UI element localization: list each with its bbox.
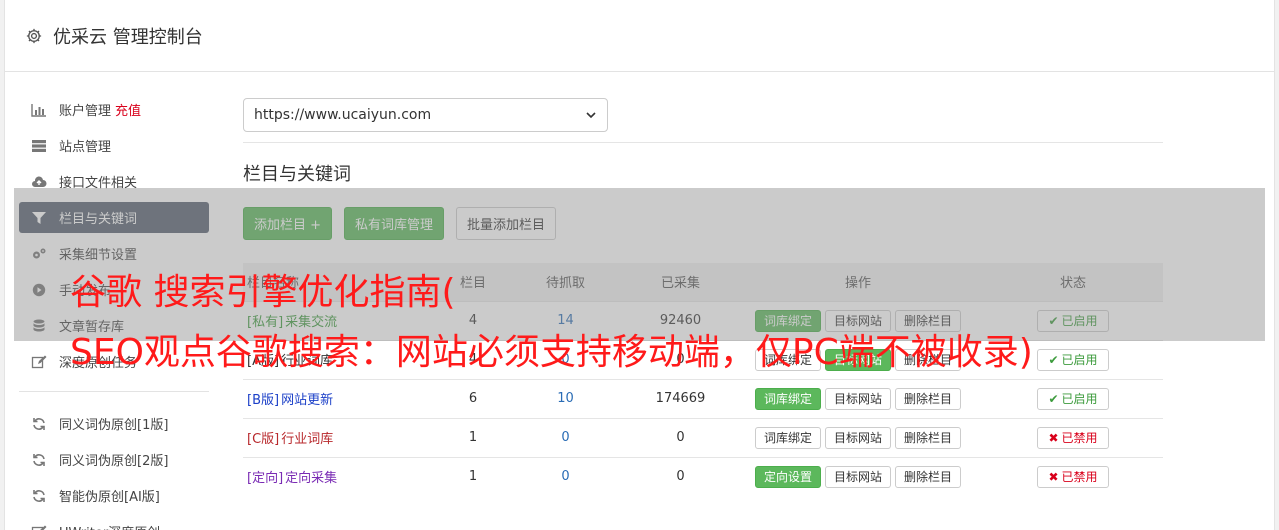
lexicon-bind-button[interactable]: 词库绑定 [754,387,821,410]
sidebar-item[interactable]: UWriter深度原创 [19,516,209,530]
column-tag: [C版] [247,432,280,447]
status-cell: ✔ 已启用 [983,378,1163,418]
gear-icon [26,28,42,43]
cloud-upload-icon [31,175,47,189]
chevron-down-icon [586,112,596,119]
sidebar-item-label: 同义词伪原创[2版] [59,454,169,469]
lexicon-bind-button[interactable]: 词库绑定 [754,426,821,449]
column-count: 1 [443,417,503,457]
table-row: [定向] 定向采集 1 0 0 定向设置 目标网站 删除栏目 ✖ 已禁用 [243,456,1163,496]
check-icon: ✔ [1048,352,1059,367]
server-icon [31,139,47,153]
divider [243,142,1163,143]
collected-count: 0 [628,417,733,457]
close-icon: ✖ [1048,469,1059,484]
column-name: 网站更新 [281,393,334,408]
watermark-line-1: 谷歌 搜索引擎优化指南( [70,272,456,313]
app-title: 优采云 管理控制台 [53,26,203,48]
section-title: 栏目与关键词 [243,164,351,185]
refresh-icon [31,453,47,467]
sidebar-item-label: UWriter深度原创 [59,522,160,530]
check-icon: ✔ [1048,391,1059,406]
column-name: 行业词库 [281,432,334,447]
column-count: 6 [443,378,503,418]
pending-count[interactable]: 0 [503,417,628,457]
column-name-cell[interactable]: [B版] 网站更新 [243,378,443,418]
sidebar-item-label: 同义词伪原创[1版] [59,418,169,433]
pending-count[interactable]: 0 [503,456,628,496]
column-name-cell[interactable]: [C版] 行业词库 [243,417,443,457]
ops-cell: 词库绑定 目标网站 删除栏目 [733,417,983,457]
delete-column-button[interactable]: 删除栏目 [895,465,962,488]
status-toggle[interactable]: ✖ 已禁用 [1037,465,1109,488]
refresh-icon [31,417,47,431]
close-icon: ✖ [1048,430,1059,445]
status-toggle[interactable]: ✔ 已启用 [1037,387,1109,410]
column-name: 定向采集 [285,471,338,487]
status-label: 已启用 [1061,353,1098,367]
sidebar-item[interactable]: 同义词伪原创[2版] [19,444,209,475]
site-select[interactable]: https://www.ucaiyun.com [243,98,608,132]
ad-overlay [14,188,1265,341]
sidebar-item-label: 智能伪原创[AI版] [59,490,160,505]
column-count: 1 [443,456,503,496]
site-select-value: https://www.ucaiyun.com [254,107,432,123]
status-label: 已禁用 [1061,431,1098,445]
edit-icon [31,525,47,530]
status-toggle[interactable]: ✔ 已启用 [1037,348,1109,371]
status-label: 已禁用 [1061,470,1098,485]
column-tag: [定向] [247,471,284,487]
pending-count[interactable]: 10 [503,378,628,418]
sidebar-item[interactable]: 站点管理 [19,130,209,161]
delete-column-button[interactable]: 删除栏目 [895,426,962,449]
recharge-link[interactable]: 充值 [115,100,141,119]
target-site-button[interactable]: 目标网站 [824,426,891,449]
sidebar-divider [19,391,209,392]
column-tag: [B版] [247,393,280,408]
bar-chart-icon [31,103,47,117]
table-row: [C版] 行业词库 1 0 0 词库绑定 目标网站 删除栏目 ✖ 已禁用 [243,417,1163,457]
status-cell: ✖ 已禁用 [983,417,1163,457]
column-name-cell[interactable]: [定向] 定向采集 [243,456,443,496]
edit-icon [31,355,47,369]
status-toggle[interactable]: ✖ 已禁用 [1037,426,1109,449]
table-row: [B版] 网站更新 6 10 174669 词库绑定 目标网站 删除栏目 ✔ 已启用 [243,378,1163,418]
refresh-icon [31,489,47,503]
ops-cell: 词库绑定 目标网站 删除栏目 [733,378,983,418]
status-label: 已启用 [1061,392,1098,406]
collected-count: 174669 [628,378,733,418]
sidebar-item-label: 账户管理 [59,104,112,119]
lexicon-bind-button[interactable]: 定向设置 [754,465,821,488]
page-header: 优采云 管理控制台 [5,0,1274,72]
collected-count: 0 [628,456,733,496]
sidebar-item[interactable]: 账户管理 充值 [19,94,209,125]
watermark-line-2: SEO观点谷歌搜索：网站必须支持移动端，仅PC端不被收录) [70,332,1033,373]
target-site-button[interactable]: 目标网站 [824,387,891,410]
delete-column-button[interactable]: 删除栏目 [895,387,962,410]
sidebar-item[interactable]: 智能伪原创[AI版] [19,480,209,511]
ops-cell: 定向设置 目标网站 删除栏目 [733,456,983,496]
sidebar-item[interactable]: 同义词伪原创[1版] [19,408,209,439]
target-site-button[interactable]: 目标网站 [824,465,891,488]
status-cell: ✖ 已禁用 [983,456,1163,496]
sidebar-item-label: 站点管理 [59,140,112,155]
